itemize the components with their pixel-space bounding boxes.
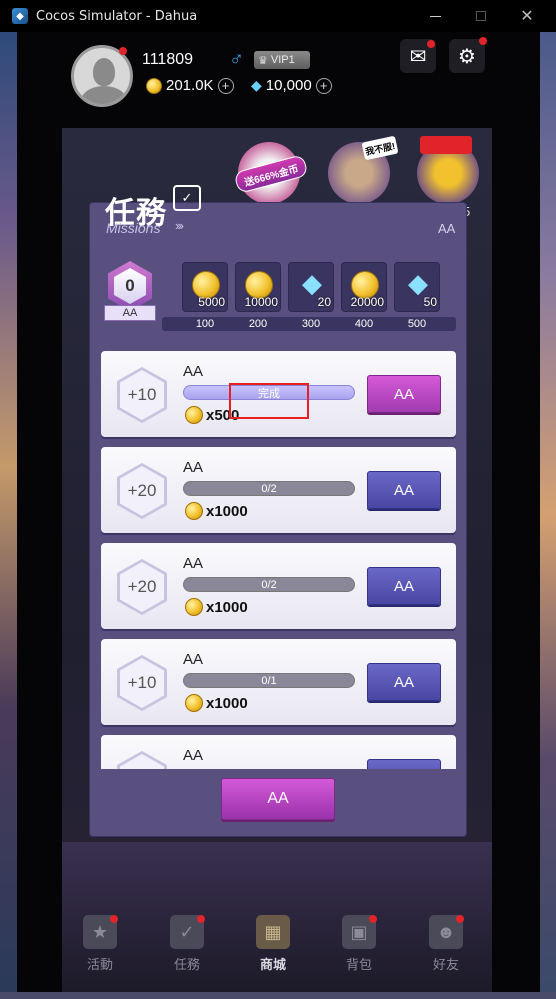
mission-reward: x1000 (185, 598, 248, 616)
background-right-strip (540, 32, 556, 999)
mission-card: AA (101, 735, 456, 769)
mission-reward-amount: x1000 (206, 598, 248, 616)
mission-reward-amount: x1000 (206, 694, 248, 712)
nav-item[interactable]: ▣ 背包 (329, 907, 389, 977)
diamond-icon: ◆ (302, 267, 322, 298)
gold-amount: 201.0K (166, 77, 214, 94)
nav-notification-dot (197, 915, 205, 923)
mission-progress-bar: 0/2 (183, 481, 355, 496)
mission-reward: x1000 (185, 694, 248, 712)
mission-reward-amount: x1000 (206, 502, 248, 520)
crown-icon: ♛ (258, 54, 268, 67)
reward-amount: 20 (317, 295, 331, 309)
reward-threshold: 100 (195, 318, 215, 330)
nav-item[interactable]: ☻ 好友 (416, 907, 476, 977)
reward-slot[interactable]: ◆ 20 (288, 262, 334, 312)
coin-icon (185, 406, 203, 424)
mission-title: AA (183, 363, 204, 380)
reward-threshold: 500 (407, 318, 427, 330)
game-viewport: 111809 ♂ ♛ VIP1 201.0K + ◆ 10,000 + ✉ ⚙ … (17, 32, 540, 992)
settings-notification-dot (479, 37, 487, 45)
diamond-icon: ◆ (408, 267, 428, 298)
mission-card: +20 AA 0/2 x1000 AA (101, 447, 456, 533)
gold-balance: 201.0K + (146, 77, 234, 94)
gear-icon: ⚙ (458, 45, 476, 68)
claim-button[interactable]: AA (367, 375, 441, 413)
envelope-icon: ✉ (409, 45, 427, 68)
window-title: Cocos Simulator - Dahua (36, 8, 198, 24)
vip-badge[interactable]: ♛ VIP1 (254, 51, 310, 69)
reward-threshold: 200 (248, 318, 268, 330)
coin-icon (146, 77, 162, 94)
coin-icon (185, 598, 203, 616)
nav-item[interactable]: ▦ 商城 (243, 907, 303, 977)
chevron-right-icon: ››› (175, 218, 184, 233)
nav-notification-dot (110, 915, 118, 923)
nav-label: 商城 (259, 957, 286, 972)
nav-label: 任務 (173, 957, 200, 972)
cart-icon: ▦ (256, 915, 290, 949)
bottom-nav: ★ 活動 ✓ 任務 ▦ 商城 ▣ 背包 ☻ 好友 (62, 907, 492, 982)
mission-progress-bar: 0/2 (183, 577, 355, 592)
nav-label: 背包 (345, 957, 372, 972)
close-button[interactable]: ✕ (504, 0, 550, 32)
diamond-icon: ◆ (251, 77, 262, 93)
mission-title: AA (183, 651, 204, 668)
vip-label: VIP1 (270, 54, 295, 66)
mission-card: +20 AA 0/2 x1000 AA (101, 543, 456, 629)
nav-item[interactable]: ★ 活動 (70, 907, 130, 977)
nav-label: 活動 (86, 957, 113, 972)
add-gold-button[interactable]: + (217, 77, 234, 94)
coin-icon (185, 502, 203, 520)
window-titlebar: ◆ Cocos Simulator - Dahua ✕ (0, 0, 556, 32)
reward-threshold: 400 (354, 318, 374, 330)
mission-title: AA (183, 555, 204, 572)
user-id: 111809 (142, 51, 194, 68)
background-left-strip (0, 32, 17, 999)
diamond-amount: 10,000 (265, 77, 312, 94)
mission-reward: x1000 (185, 502, 248, 520)
maximize-button[interactable] (458, 0, 504, 32)
go-button[interactable] (367, 759, 441, 769)
reward-slot[interactable]: 10000 (235, 262, 281, 312)
modal-corner-label: AA (438, 221, 456, 236)
reward-amount: 50 (423, 295, 437, 309)
reward-amount: 20000 (350, 295, 384, 309)
reward-threshold: 300 (301, 318, 321, 330)
highlight-annotation-box (229, 383, 309, 419)
reward-slot[interactable]: 5000 (182, 262, 228, 312)
modal-main-button[interactable]: AA (221, 778, 335, 820)
diamond-balance: ◆ 10,000 + (251, 77, 332, 94)
calendar-check-icon: ✓ (173, 185, 201, 211)
minimize-button[interactable] (412, 0, 458, 32)
mission-progress-bar: 0/1 (183, 673, 355, 688)
reward-slot[interactable]: 20000 (341, 262, 387, 312)
nav-item[interactable]: ✓ 任務 (157, 907, 217, 977)
reward-slot[interactable]: ◆ 50 (394, 262, 440, 312)
reward-amount: 10000 (244, 295, 278, 309)
go-button[interactable]: AA (367, 471, 441, 509)
reward-amount: 5000 (198, 295, 225, 309)
go-button[interactable]: AA (367, 663, 441, 701)
mission-title: AA (183, 459, 204, 476)
add-diamond-button[interactable]: + (315, 77, 332, 94)
app-icon: ◆ (12, 8, 28, 24)
gender-male-icon: ♂ (229, 48, 244, 70)
missions-subtitle: Missions (106, 220, 161, 236)
go-button[interactable]: AA (367, 567, 441, 605)
nav-label: 好友 (432, 957, 459, 972)
activity-points-label: AA (104, 305, 156, 321)
mail-notification-dot (427, 40, 435, 48)
avatar-notification-dot (119, 47, 127, 55)
coin-icon (185, 694, 203, 712)
mission-card: +10 AA 0/1 x1000 AA (101, 639, 456, 725)
mission-title: AA (183, 747, 204, 764)
background-bottom-strip (0, 992, 556, 999)
promo-red-banner (420, 136, 472, 154)
nav-notification-dot (456, 915, 464, 923)
nav-notification-dot (369, 915, 377, 923)
